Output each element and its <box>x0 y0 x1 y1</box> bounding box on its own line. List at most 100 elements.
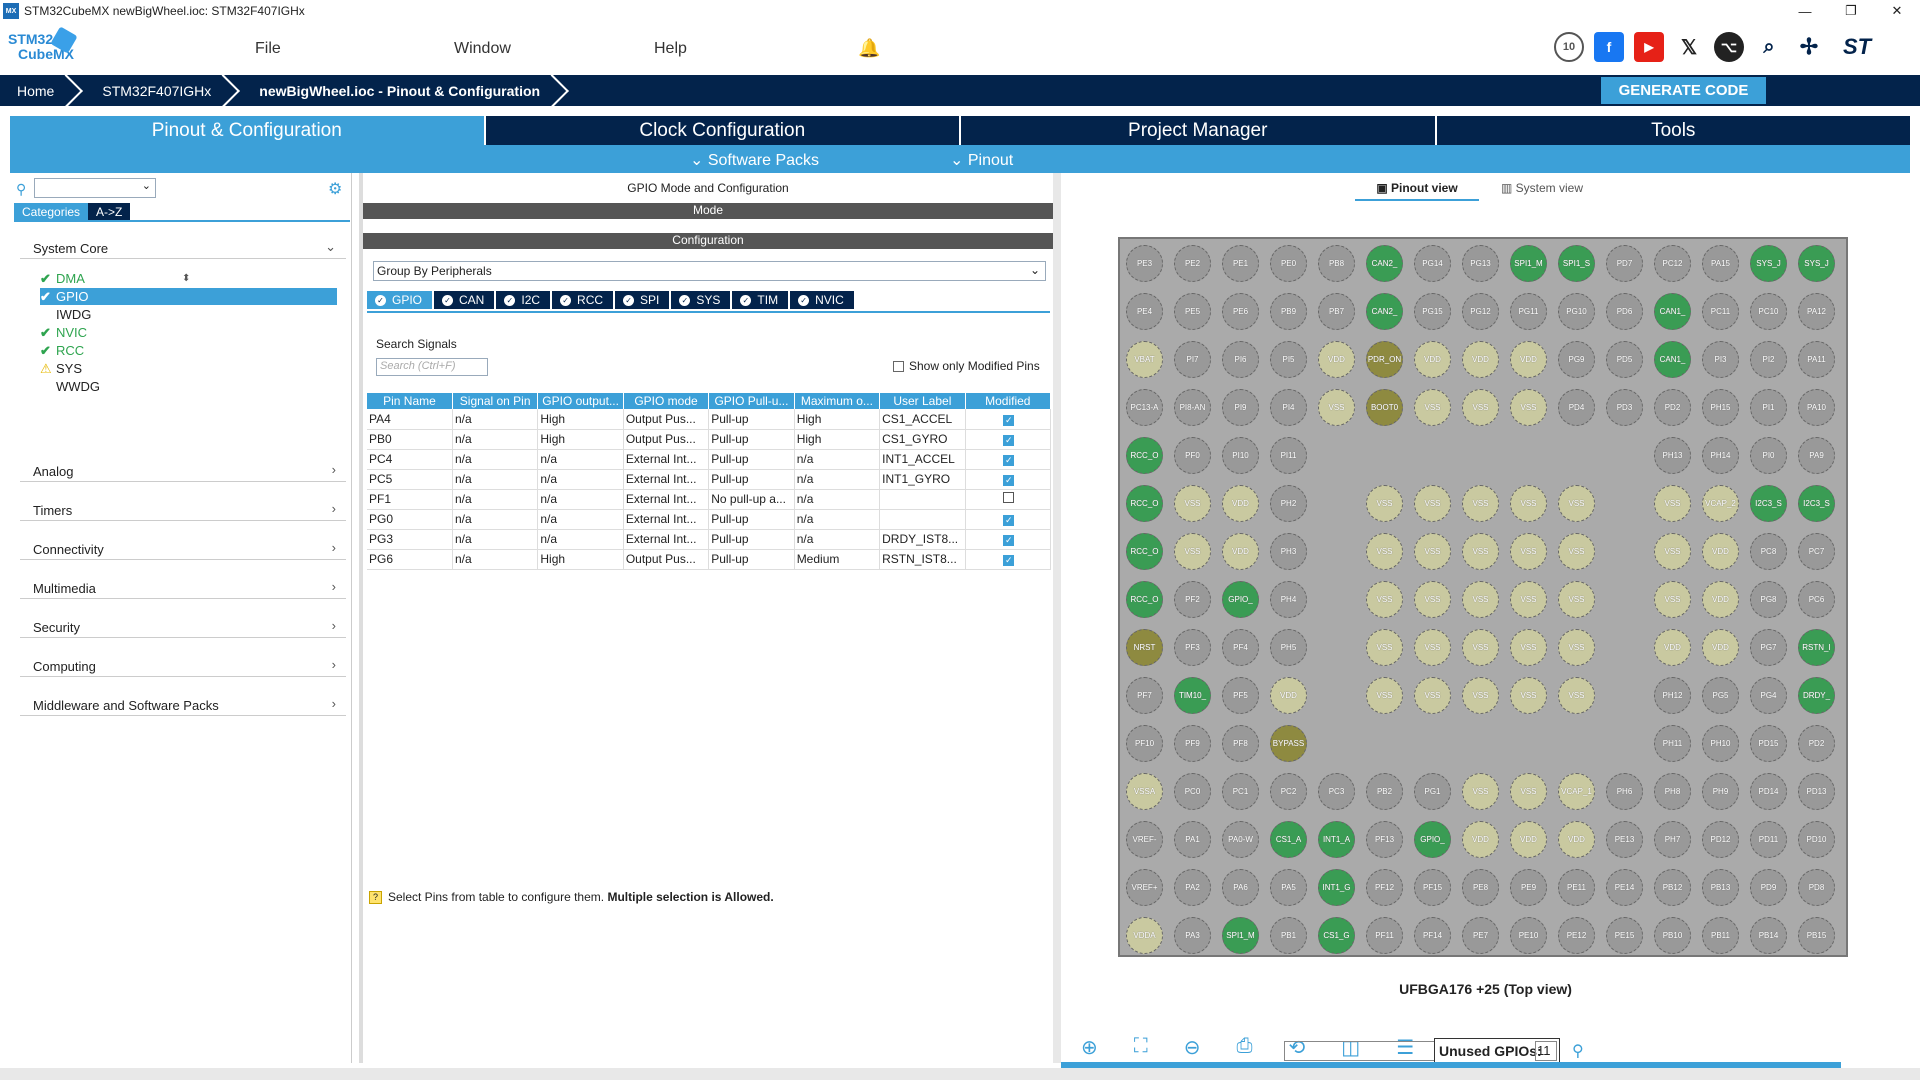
generate-code-button[interactable]: GENERATE CODE <box>1601 77 1766 104</box>
chip-pin[interactable]: PH8 <box>1654 773 1691 810</box>
chip-pin[interactable]: VSS <box>1654 533 1691 570</box>
chip-pin[interactable]: VSS <box>1510 533 1547 570</box>
chip-pin[interactable]: PD4 <box>1558 389 1595 426</box>
table-row[interactable]: PB0 n/a High Output Pus... Pull-up High CS1_GY… <box>367 429 1052 450</box>
unused-gpios-value[interactable]: 11 <box>1535 1041 1557 1061</box>
chip-pin[interactable]: PB12 <box>1654 869 1691 906</box>
chip-pin[interactable]: CAN2_ <box>1366 245 1403 282</box>
chip-pin[interactable]: VSS <box>1558 581 1595 618</box>
github-icon[interactable]: ⌥ <box>1714 32 1744 62</box>
x-icon[interactable]: 𝕏 <box>1674 32 1704 62</box>
chip-pin[interactable]: PF11 <box>1366 917 1403 954</box>
chip-pin[interactable]: PD3 <box>1606 389 1643 426</box>
modified-checkbox[interactable]: ✓ <box>965 549 1052 570</box>
chip-pin[interactable]: PG4 <box>1750 677 1787 714</box>
modified-checkbox[interactable] <box>965 489 1052 510</box>
chip-pin[interactable]: PF2 <box>1174 581 1211 618</box>
chip-pin[interactable]: VDD <box>1222 533 1259 570</box>
chip-pin[interactable]: RCC_O <box>1126 437 1163 474</box>
modified-checkbox[interactable]: ✓ <box>965 429 1052 450</box>
chip-pin[interactable]: PC3 <box>1318 773 1355 810</box>
modified-checkbox[interactable]: ✓ <box>965 529 1052 550</box>
chip-pin[interactable]: PG12 <box>1462 293 1499 330</box>
chip-pin[interactable]: VSS <box>1174 485 1211 522</box>
chip-pin[interactable]: VSS <box>1510 629 1547 666</box>
chip-pin[interactable]: PB8 <box>1318 245 1355 282</box>
chip-pin[interactable]: PI7 <box>1174 341 1211 378</box>
chip-pin[interactable]: PE2 <box>1174 245 1211 282</box>
chip-pin[interactable]: PI8-AN <box>1174 389 1211 426</box>
chip-pin[interactable]: VSS <box>1654 581 1691 618</box>
chip-pin[interactable]: PA9 <box>1798 437 1835 474</box>
chip-pin[interactable]: PF4 <box>1222 629 1259 666</box>
chip-pin[interactable]: RSTN_I <box>1798 629 1835 666</box>
st-logo-icon[interactable]: ST <box>1834 32 1880 62</box>
category-connectivity[interactable]: Connectivity › <box>20 538 346 560</box>
table-row[interactable]: PC5 n/a n/a External Int... Pull-up n/a INT1_G… <box>367 469 1052 490</box>
chip-pin[interactable]: SPI1_M <box>1222 917 1259 954</box>
chip-pin[interactable]: PE5 <box>1174 293 1211 330</box>
chip-pin[interactable]: VSS <box>1558 533 1595 570</box>
chip-pin[interactable]: VSS <box>1462 533 1499 570</box>
chip-pin[interactable]: VSS <box>1414 485 1451 522</box>
column-header[interactable]: GPIO Pull-u... <box>708 393 795 409</box>
chip-pin[interactable]: PH13 <box>1654 437 1691 474</box>
table-row[interactable]: PG3 n/a n/a External Int... Pull-up n/a DRDY_I… <box>367 529 1052 550</box>
show-modified-checkbox[interactable]: Show only Modified Pins <box>893 359 1040 373</box>
chip-pin[interactable]: VSS <box>1510 485 1547 522</box>
chip-pin[interactable]: VDD <box>1222 485 1259 522</box>
chip-pin[interactable]: PG1 <box>1414 773 1451 810</box>
table-row[interactable]: PA4 n/a High Output Pus... Pull-up High CS1_AC… <box>367 409 1052 430</box>
chip-pin[interactable]: PDR_ON <box>1366 341 1403 378</box>
chip-pin[interactable]: PH11 <box>1654 725 1691 762</box>
chip-pin[interactable]: PC0 <box>1174 773 1211 810</box>
chip-pin[interactable]: PD2 <box>1798 725 1835 762</box>
fit-icon[interactable]: ⛶ <box>1134 1035 1148 1060</box>
chip-pin[interactable]: PD10 <box>1798 821 1835 858</box>
chip-pin[interactable]: VDD <box>1510 821 1547 858</box>
menu-file[interactable]: File <box>255 40 281 58</box>
table-row[interactable]: PG6 n/a High Output Pus... Pull-up Medium RSTN… <box>367 549 1052 570</box>
periph-tab-can[interactable]: CAN <box>434 291 495 309</box>
chip-pin[interactable]: PE12 <box>1558 917 1595 954</box>
chip-pin[interactable]: PE10 <box>1510 917 1547 954</box>
chip-pin[interactable]: VSS <box>1558 677 1595 714</box>
periph-tab-sys[interactable]: SYS <box>671 291 731 309</box>
bell-icon[interactable]: 🔔 <box>858 38 880 58</box>
chip-pin[interactable]: PE6 <box>1222 293 1259 330</box>
system-item-sys[interactable]: ⚠ SYS <box>40 360 337 377</box>
chip-pin[interactable]: PE14 <box>1606 869 1643 906</box>
chip-pin[interactable]: VSSA <box>1126 773 1163 810</box>
chip-pin[interactable]: PD12 <box>1702 821 1739 858</box>
chip-pin[interactable]: PC10 <box>1750 293 1787 330</box>
chip-pin[interactable]: VSS <box>1414 389 1451 426</box>
chip-pin[interactable]: VSS <box>1318 389 1355 426</box>
category-security[interactable]: Security › <box>20 616 346 638</box>
chip-pin[interactable]: PD6 <box>1606 293 1643 330</box>
chip-pin[interactable]: PG9 <box>1558 341 1595 378</box>
chip-pin[interactable]: PB11 <box>1702 917 1739 954</box>
chip-pin[interactable]: PC8 <box>1750 533 1787 570</box>
chip-pin[interactable]: PA0-W <box>1222 821 1259 858</box>
menu-help[interactable]: Help <box>654 40 687 58</box>
chip-pin[interactable]: PE3 <box>1126 245 1163 282</box>
chip-pin[interactable]: VSS <box>1366 485 1403 522</box>
chip-pin[interactable]: PB1 <box>1270 917 1307 954</box>
chip-pin[interactable]: GPIO_ <box>1222 581 1259 618</box>
chip-pin[interactable]: PD5 <box>1606 341 1643 378</box>
chip-pin[interactable]: PB13 <box>1702 869 1739 906</box>
tab-clock-configuration[interactable]: Clock Configuration <box>485 116 961 145</box>
chip-pin[interactable]: PI11 <box>1270 437 1307 474</box>
chip-pin[interactable]: PF3 <box>1174 629 1211 666</box>
chip-pin[interactable]: NRST <box>1126 629 1163 666</box>
chip-pin[interactable]: PA10 <box>1798 389 1835 426</box>
chip-pin[interactable]: PA2 <box>1174 869 1211 906</box>
periph-tab-i2c[interactable]: I2C <box>496 291 551 309</box>
zoom-in-icon[interactable]: ⊕ <box>1081 1035 1098 1060</box>
system-item-rcc[interactable]: ✔ RCC <box>40 342 337 359</box>
chip-pin[interactable]: VSS <box>1174 533 1211 570</box>
chip-pin[interactable]: VDD <box>1318 341 1355 378</box>
chip-pin[interactable]: PE15 <box>1606 917 1643 954</box>
chip-pin[interactable]: PH3 <box>1270 533 1307 570</box>
chip-pin[interactable]: PH7 <box>1654 821 1691 858</box>
